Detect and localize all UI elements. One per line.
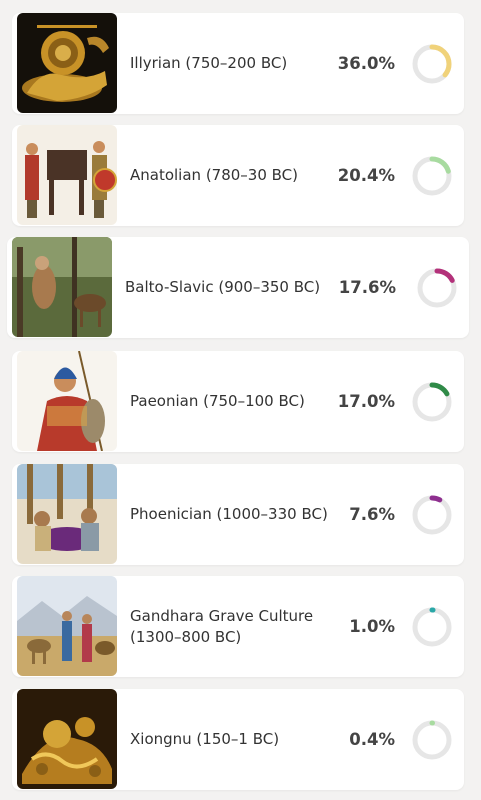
donut-track — [412, 607, 452, 647]
donut-track — [412, 495, 452, 535]
population-image — [17, 689, 117, 789]
population-image — [17, 351, 117, 451]
population-card[interactable]: Anatolian (780–30 BC) 20.4% — [12, 125, 464, 226]
percentage-donut — [410, 154, 454, 198]
population-card[interactable]: Xiongnu (150–1 BC) 0.4% — [12, 689, 464, 790]
population-name: Xiongnu (150–1 BC) — [130, 730, 280, 748]
population-image — [17, 125, 117, 225]
population-card[interactable]: Balto-Slavic (900–350 BC) 17.6% — [7, 237, 469, 338]
ancestry-population-list: Illyrian (750–200 BC) 36.0% Anatolian (7… — [0, 0, 481, 800]
population-name: Paeonian (750–100 BC) — [130, 392, 305, 410]
population-image — [17, 576, 117, 676]
population-name: Balto-Slavic (900–350 BC) — [125, 278, 321, 296]
population-name: Illyrian (750–200 BC) — [130, 54, 288, 72]
percentage-donut — [415, 266, 459, 310]
population-percentage: 7.6% — [349, 505, 395, 524]
population-percentage: 20.4% — [337, 166, 395, 185]
population-name: Phoenician (1000–330 BC) — [130, 505, 328, 523]
percentage-donut — [410, 493, 454, 537]
population-percentage: 17.0% — [337, 392, 395, 411]
population-card[interactable]: Paeonian (750–100 BC) 17.0% — [12, 351, 464, 452]
percentage-donut — [410, 380, 454, 424]
population-percentage: 17.6% — [338, 278, 396, 297]
population-card[interactable]: Gandhara Grave Culture (1300–800 BC) 1.0… — [12, 576, 464, 677]
population-image — [12, 237, 112, 337]
population-name: Anatolian (780–30 BC) — [130, 166, 299, 184]
donut-track — [412, 720, 452, 760]
population-percentage: 0.4% — [349, 730, 395, 749]
population-card[interactable]: Illyrian (750–200 BC) 36.0% — [12, 13, 464, 114]
population-name: Gandhara Grave Culture (1300–800 BC) — [130, 606, 314, 646]
population-image — [17, 13, 117, 113]
percentage-donut — [410, 42, 454, 86]
population-percentage: 1.0% — [349, 617, 395, 636]
population-card[interactable]: Phoenician (1000–330 BC) 7.6% — [12, 464, 464, 565]
population-image — [17, 464, 117, 564]
population-percentage: 36.0% — [337, 54, 395, 73]
percentage-donut — [410, 605, 454, 649]
percentage-donut — [410, 718, 454, 762]
